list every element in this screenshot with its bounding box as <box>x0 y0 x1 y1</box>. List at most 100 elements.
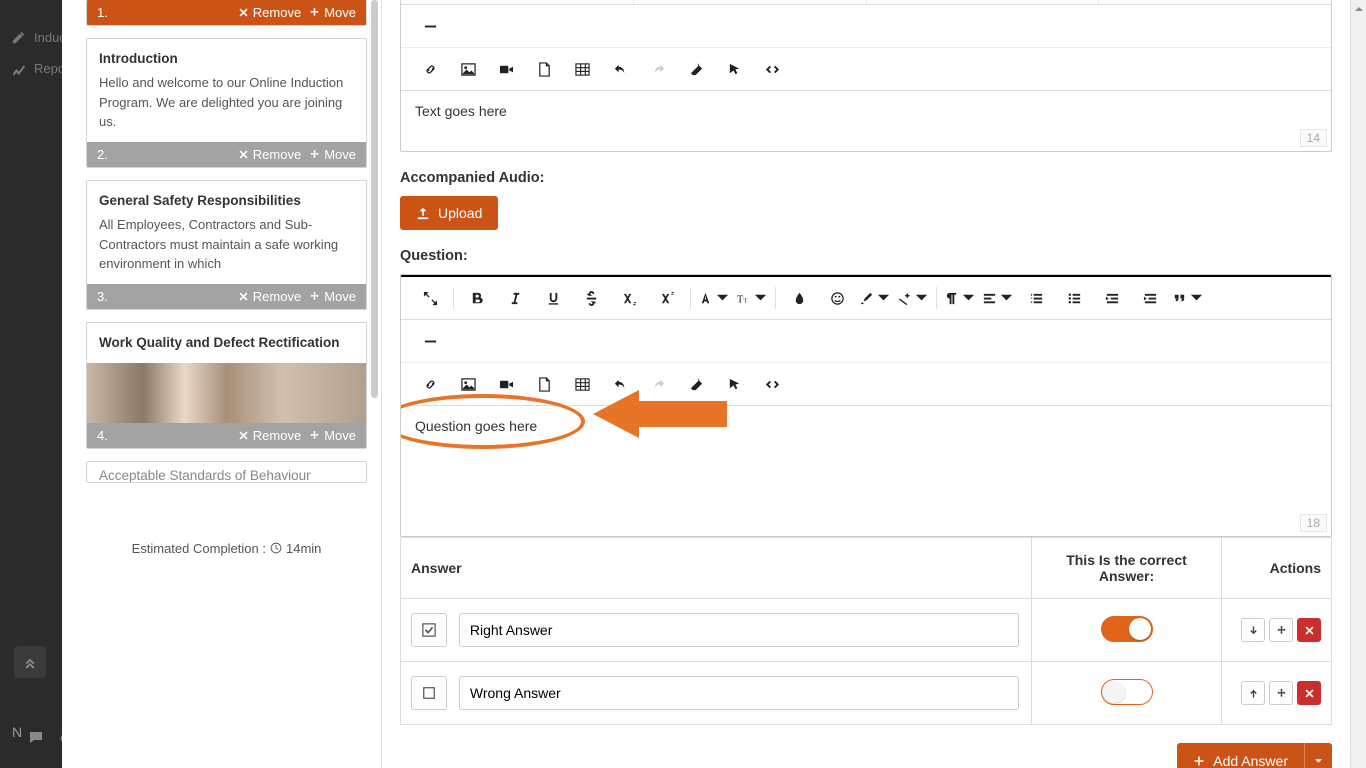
strikethrough-icon[interactable] <box>572 283 610 313</box>
quote-icon[interactable] <box>1169 283 1207 313</box>
cursor-icon[interactable] <box>715 54 753 84</box>
font-size-icon[interactable]: TT <box>733 283 771 313</box>
slide-number: 2. <box>97 147 108 162</box>
ordered-list-icon[interactable] <box>1017 283 1055 313</box>
file-icon[interactable] <box>525 54 563 84</box>
add-answer-button[interactable]: Add Answer <box>1177 743 1304 768</box>
slide-card[interactable]: Acceptable Standards of Behaviour <box>86 461 367 483</box>
far-left-nav: Induc Repo N ⟳ <box>0 0 62 768</box>
sidebar-item-reports[interactable]: Repo <box>0 53 62 84</box>
clock-icon <box>270 542 282 554</box>
paragraph-icon[interactable] <box>941 283 979 313</box>
move-up-button[interactable] <box>1241 681 1265 705</box>
move-icon <box>1276 625 1287 636</box>
image-icon[interactable] <box>449 54 487 84</box>
font-family-icon[interactable] <box>695 283 733 313</box>
slides-panel: 1. Remove Move Introduction Hello and we… <box>62 0 382 768</box>
video-icon[interactable] <box>487 369 525 399</box>
chevrons-up-icon <box>23 655 37 669</box>
slides-scrollbar[interactable] <box>371 0 378 398</box>
undo-icon[interactable] <box>601 54 639 84</box>
table-icon[interactable] <box>563 54 601 84</box>
image-icon[interactable] <box>449 369 487 399</box>
eraser-icon[interactable] <box>677 369 715 399</box>
estimated-completion: Estimated Completion : 14min <box>86 525 367 572</box>
code-icon[interactable] <box>753 369 791 399</box>
chat-icon[interactable] <box>28 730 44 746</box>
upload-button[interactable]: Upload <box>400 196 498 230</box>
brush-icon[interactable] <box>856 283 894 313</box>
emoji-icon[interactable] <box>818 283 856 313</box>
close-icon <box>238 430 249 441</box>
redo-icon[interactable] <box>639 369 677 399</box>
slide-footer: 3. Remove Move <box>87 284 366 309</box>
upload-icon <box>416 206 430 220</box>
delete-button[interactable] <box>1297 618 1321 642</box>
svg-text:T: T <box>744 297 748 304</box>
move-icon <box>1276 688 1287 699</box>
indent-icon[interactable] <box>1131 283 1169 313</box>
slide-move-button[interactable]: Move <box>309 147 356 162</box>
page-scrollbar[interactable] <box>1350 0 1366 768</box>
arrow-down-icon <box>1248 625 1259 636</box>
answer-checkbox[interactable] <box>411 613 447 647</box>
slide-remove-button[interactable]: Remove <box>238 289 301 304</box>
add-answer-dropdown[interactable] <box>1304 743 1332 768</box>
slide-card[interactable]: Work Quality and Defect Rectification 4.… <box>86 322 367 449</box>
move-icon <box>309 7 320 18</box>
drag-handle[interactable] <box>1269 618 1293 642</box>
align-icon[interactable] <box>979 283 1017 313</box>
slide-text: Hello and welcome to our Online Inductio… <box>99 73 354 132</box>
close-icon <box>238 149 249 160</box>
editor-content-area[interactable]: Text goes here 14 <box>401 91 1331 151</box>
slide-remove-button[interactable]: Remove <box>238 428 301 443</box>
sidebar-item-induction[interactable]: Induc <box>0 22 62 53</box>
slide-remove-button[interactable]: Remove <box>238 147 301 162</box>
hr-icon[interactable] <box>411 326 449 356</box>
slide-remove-button[interactable]: Remove <box>238 5 301 20</box>
slide-footer: 1. Remove Move <box>87 0 366 25</box>
undo-icon[interactable] <box>601 369 639 399</box>
eraser-icon[interactable] <box>677 54 715 84</box>
slide-card[interactable]: General Safety Responsibilities All Empl… <box>86 180 367 310</box>
check-square-icon <box>422 623 436 637</box>
answer-input[interactable] <box>459 676 1019 710</box>
slide-move-button[interactable]: Move <box>309 428 356 443</box>
link-icon[interactable] <box>411 54 449 84</box>
slide-move-button[interactable]: Move <box>309 5 356 20</box>
delete-button[interactable] <box>1297 681 1321 705</box>
slide-number: 1. <box>97 5 108 20</box>
slide-move-button[interactable]: Move <box>309 289 356 304</box>
scroll-to-top-button[interactable] <box>14 646 46 678</box>
bold-icon[interactable] <box>458 283 496 313</box>
drag-handle[interactable] <box>1269 681 1293 705</box>
subscript-icon[interactable] <box>610 283 648 313</box>
text-color-icon[interactable] <box>780 283 818 313</box>
main-content: Text goes here 14 Accompanied Audio: Upl… <box>382 0 1350 768</box>
redo-icon[interactable] <box>639 54 677 84</box>
slide-footer: 2. Remove Move <box>87 142 366 167</box>
unordered-list-icon[interactable] <box>1055 283 1093 313</box>
correct-toggle[interactable] <box>1101 616 1153 642</box>
fullscreen-icon[interactable] <box>411 283 449 313</box>
code-icon[interactable] <box>753 54 791 84</box>
link-icon[interactable] <box>411 369 449 399</box>
move-icon <box>309 291 320 302</box>
file-icon[interactable] <box>525 369 563 399</box>
answer-checkbox[interactable] <box>411 676 447 710</box>
video-icon[interactable] <box>487 54 525 84</box>
superscript-icon[interactable] <box>648 283 686 313</box>
correct-toggle[interactable] <box>1101 679 1153 705</box>
slide-card[interactable]: Introduction Hello and welcome to our On… <box>86 38 367 168</box>
outdent-icon[interactable] <box>1093 283 1131 313</box>
question-editor-content[interactable]: Question goes here 18 <box>401 406 1331 536</box>
slide-card[interactable]: 1. Remove Move <box>86 0 367 26</box>
cursor-icon[interactable] <box>715 369 753 399</box>
magic-icon[interactable] <box>894 283 932 313</box>
table-icon[interactable] <box>563 369 601 399</box>
hr-icon[interactable] <box>411 11 449 41</box>
answer-input[interactable] <box>459 613 1019 647</box>
underline-icon[interactable] <box>534 283 572 313</box>
italic-icon[interactable] <box>496 283 534 313</box>
move-down-button[interactable] <box>1241 618 1265 642</box>
